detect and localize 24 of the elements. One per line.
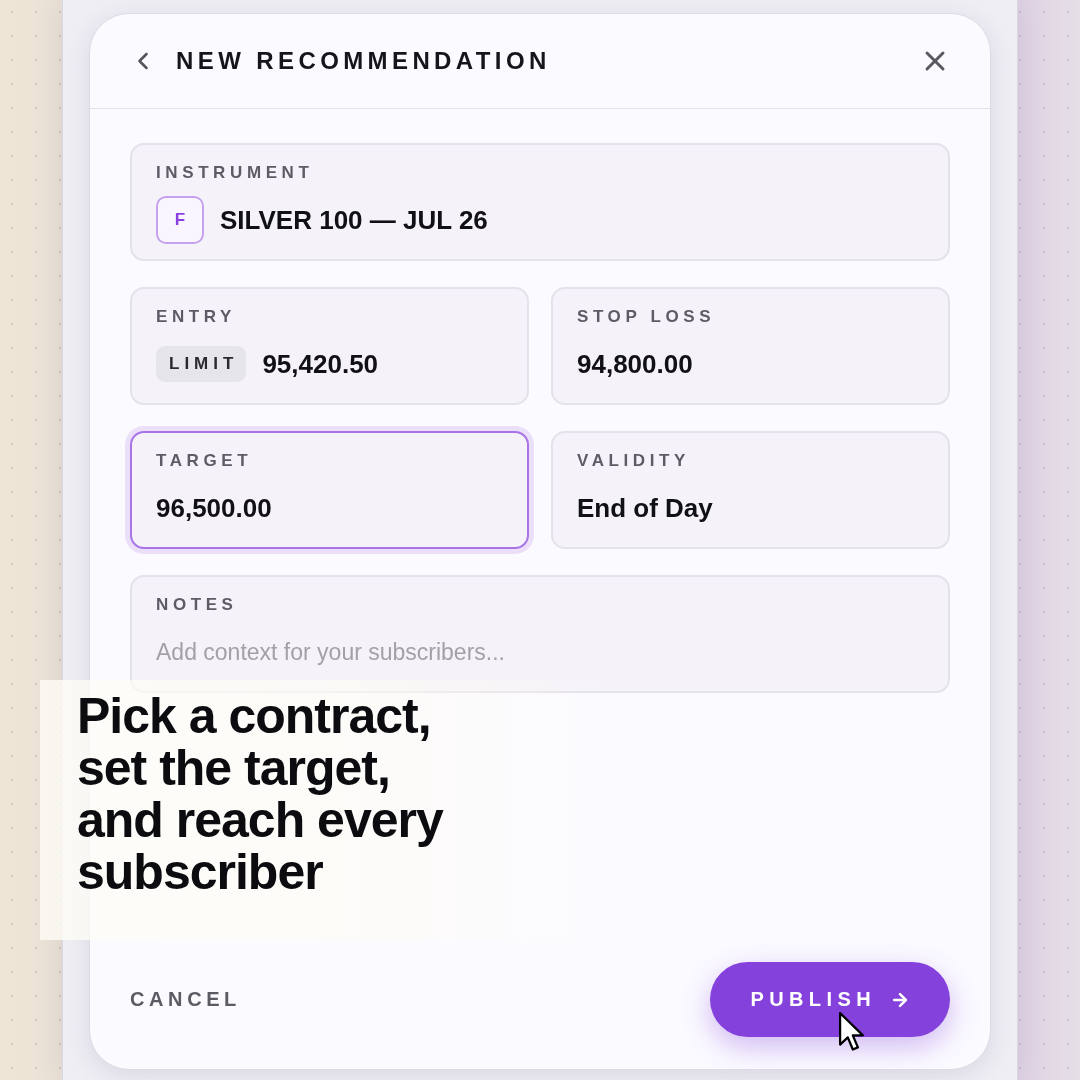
field-label: STOP LOSS	[577, 309, 716, 325]
field-label: VALIDITY	[577, 453, 690, 469]
price-card[interactable]: STOP LOSS 94,800.00	[551, 287, 950, 405]
field-label: TARGET	[156, 453, 253, 469]
dialog-title: NEW RECOMMENDATION	[176, 47, 552, 75]
instrument-card[interactable]: INSTRUMENT F SILVER 100 — JUL 26	[130, 143, 950, 261]
field-label: INSTRUMENT	[156, 165, 314, 181]
publish-button[interactable]: PUBLISH	[710, 962, 950, 1037]
field-value: SILVER 100 — JUL 26	[220, 204, 488, 236]
field-value: 95,420.50	[262, 348, 379, 380]
select-card[interactable]: VALIDITY End of Day	[551, 431, 950, 549]
field-label: ENTRY	[156, 309, 236, 325]
field-value: End of Day	[577, 492, 713, 524]
notes-card[interactable]: NOTES Add context for your subscribers...	[130, 575, 950, 693]
cancel-button[interactable]: CANCEL	[130, 988, 241, 1011]
price-card[interactable]: ENTRY LIMIT 95,420.50	[130, 287, 529, 405]
field-label: NOTES	[156, 597, 238, 613]
order-type-tag: LIMIT	[156, 346, 247, 382]
notes-input[interactable]: Add context for your subscribers...	[156, 637, 924, 667]
headline: Pick a contract, set the target, and reach every subscriber	[77, 690, 443, 898]
field-value: 96,500.00	[156, 492, 272, 524]
instrument-badge: F	[156, 196, 204, 244]
cursor-icon	[838, 1011, 866, 1053]
field-value: 94,800.00	[577, 348, 693, 380]
